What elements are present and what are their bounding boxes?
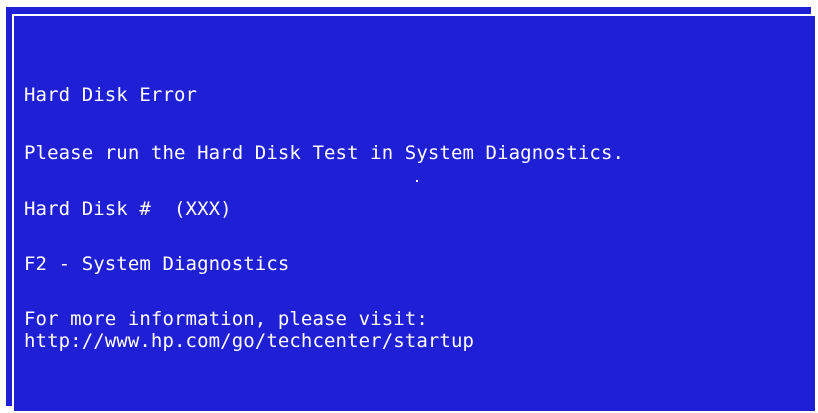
info-url: http://www.hp.com/go/techcenter/startup (24, 330, 475, 352)
bios-error-screen: Hard Disk Error Please run the Hard Disk… (12, 14, 817, 413)
error-instruction: Please run the Hard Disk Test in System … (24, 142, 625, 164)
hard-disk-number: Hard Disk # (XXX) (24, 198, 232, 220)
stray-pixel (416, 180, 418, 182)
error-title: Hard Disk Error (24, 84, 198, 106)
info-prompt: For more information, please visit: (24, 308, 428, 330)
diagnostics-option[interactable]: F2 - System Diagnostics (24, 253, 289, 275)
bios-error-frame: Hard Disk Error Please run the Hard Disk… (0, 0, 818, 413)
